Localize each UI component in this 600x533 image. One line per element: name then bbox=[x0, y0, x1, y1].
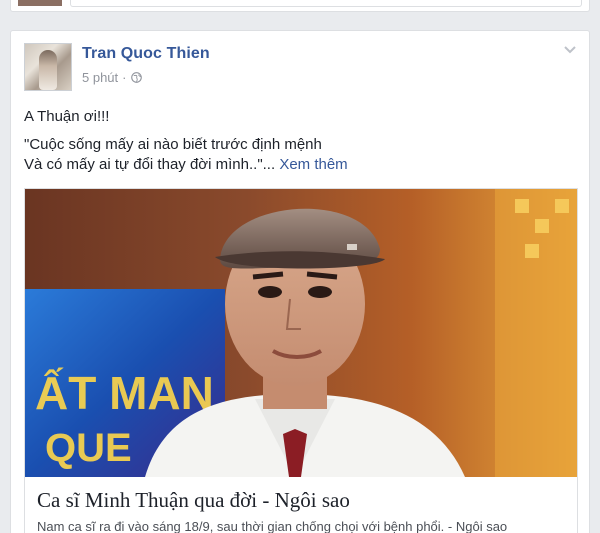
meta-separator: · bbox=[122, 70, 127, 85]
svg-text:QUE: QUE bbox=[45, 426, 132, 470]
author-name[interactable]: Tran Quoc Thien bbox=[82, 45, 210, 63]
chevron-down-icon[interactable] bbox=[563, 45, 577, 55]
portrait-illustration: ẤT MAN QUE bbox=[25, 189, 577, 477]
link-title[interactable]: Ca sĩ Minh Thuận qua đời - Ngôi sao bbox=[37, 487, 565, 513]
feed-post: Tran Quoc Thien 5 phút · A Thuận ơi!!! "… bbox=[10, 30, 590, 533]
link-preview-info[interactable]: Ca sĩ Minh Thuận qua đời - Ngôi sao Nam … bbox=[25, 477, 577, 533]
composer-thumbnail bbox=[18, 0, 62, 6]
post-text-line-with-more: Và có mấy ai tự đổi thay đời mình.."... … bbox=[24, 155, 574, 175]
composer-input[interactable] bbox=[70, 0, 582, 7]
link-preview-image[interactable]: ẤT MAN QUE bbox=[25, 189, 577, 477]
svg-text:ẤT MAN: ẤT MAN bbox=[35, 367, 214, 419]
link-preview[interactable]: ẤT MAN QUE Ca sĩ Minh Thuận qua đời - Ng… bbox=[24, 188, 578, 533]
post-text-line: Và có mấy ai tự đổi thay đời mình.."... bbox=[24, 156, 276, 173]
post-timestamp[interactable]: 5 phút bbox=[82, 70, 118, 85]
globe-icon[interactable] bbox=[130, 72, 142, 83]
post-text-line: "Cuộc sống mấy ai nào biết trước định mệ… bbox=[24, 136, 322, 153]
see-more-link[interactable]: Xem thêm bbox=[279, 156, 347, 173]
post-message: A Thuận ơi!!! "Cuộc sống mấy ai nào biết… bbox=[24, 107, 574, 175]
post-text-line: A Thuận ơi!!! bbox=[24, 108, 110, 125]
link-description: Nam ca sĩ ra đi vào sáng 18/9, sau thời … bbox=[37, 519, 508, 533]
avatar-figure bbox=[39, 50, 57, 90]
post-meta: 5 phút · bbox=[82, 70, 142, 85]
author-avatar[interactable] bbox=[24, 43, 72, 91]
